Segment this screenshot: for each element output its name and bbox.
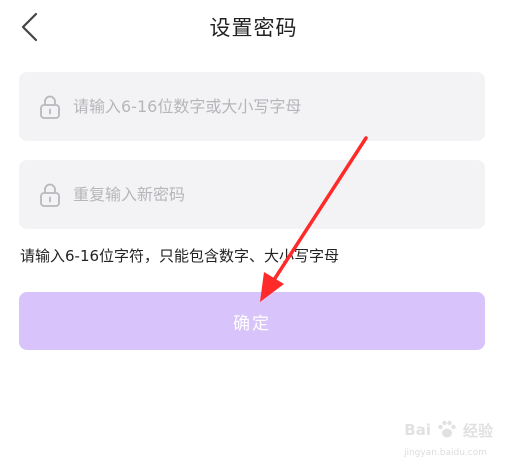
watermark-text-left: Bai — [404, 421, 431, 439]
password-hint: 请输入6-16位字符，只能包含数字、大小写字母 — [20, 247, 340, 265]
paw-icon — [438, 420, 456, 438]
new-password-field[interactable] — [19, 72, 485, 141]
page-title: 设置密码 — [209, 16, 298, 40]
new-password-input[interactable] — [73, 97, 453, 116]
watermark-subtext: jingyan.baidu.com — [403, 448, 487, 458]
header-bar: 设置密码 — [0, 0, 507, 56]
confirm-button[interactable]: 确定 — [19, 292, 485, 350]
lock-icon — [40, 95, 60, 119]
watermark: Bai 经验 — [404, 418, 493, 442]
repeat-password-field[interactable] — [19, 160, 485, 229]
watermark-text-right: 经验 — [462, 421, 493, 440]
lock-icon — [40, 183, 60, 207]
repeat-password-input[interactable] — [73, 185, 453, 204]
red-arrow-annotation — [260, 136, 368, 302]
